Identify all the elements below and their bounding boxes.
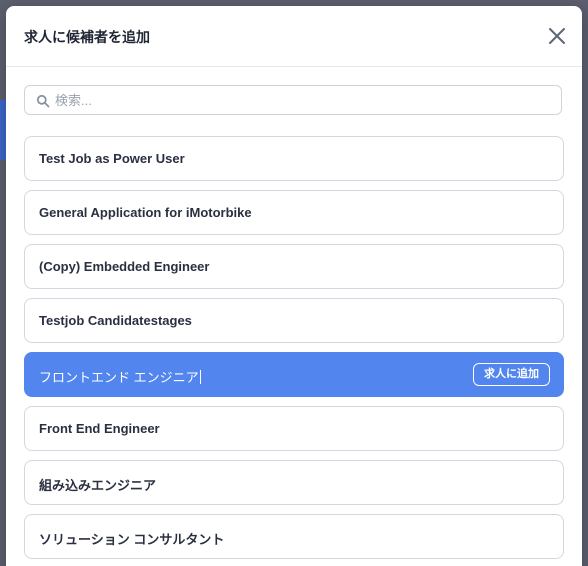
text-caret — [199, 370, 201, 384]
job-list-item[interactable]: Front End Engineer — [24, 406, 564, 451]
modal-header: 求人に候補者を追加 — [6, 6, 582, 67]
search-icon — [36, 94, 50, 108]
job-list-item[interactable]: Testjob Candidatestages — [24, 298, 564, 343]
job-title: Test Job as Power User — [39, 151, 185, 166]
job-list-item-selected[interactable]: フロントエンド エンジニア 求人に追加 — [24, 352, 564, 397]
job-title: Front End Engineer — [39, 421, 160, 436]
job-title: Testjob Candidatestages — [39, 313, 192, 328]
job-title-text: フロントエンド エンジニア — [39, 370, 199, 385]
search-input[interactable] — [55, 89, 545, 111]
close-button[interactable] — [546, 25, 568, 47]
job-title: 組み込みエンジニア — [39, 478, 157, 493]
job-title: General Application for iMotorbike — [39, 205, 252, 220]
close-icon — [549, 28, 565, 44]
job-list-item[interactable]: ソリューション コンサルタント — [24, 514, 564, 559]
job-title: フロントエンド エンジニア — [39, 367, 201, 386]
job-list-item[interactable]: General Application for iMotorbike — [24, 190, 564, 235]
job-title: (Copy) Embedded Engineer — [39, 259, 210, 274]
modal-title: 求人に候補者を追加 — [24, 29, 150, 45]
job-list-item[interactable]: Test Job as Power User — [24, 136, 564, 181]
job-list: Test Job as Power User General Applicati… — [24, 136, 564, 566]
job-list-item[interactable]: 組み込みエンジニア — [24, 460, 564, 505]
search-field[interactable] — [24, 85, 562, 115]
add-candidate-to-job-modal: 求人に候補者を追加 Test Job as Power User General… — [6, 6, 582, 566]
add-to-job-button[interactable]: 求人に追加 — [473, 363, 550, 386]
job-title: ソリューション コンサルタント — [39, 532, 225, 547]
job-list-item[interactable]: (Copy) Embedded Engineer — [24, 244, 564, 289]
